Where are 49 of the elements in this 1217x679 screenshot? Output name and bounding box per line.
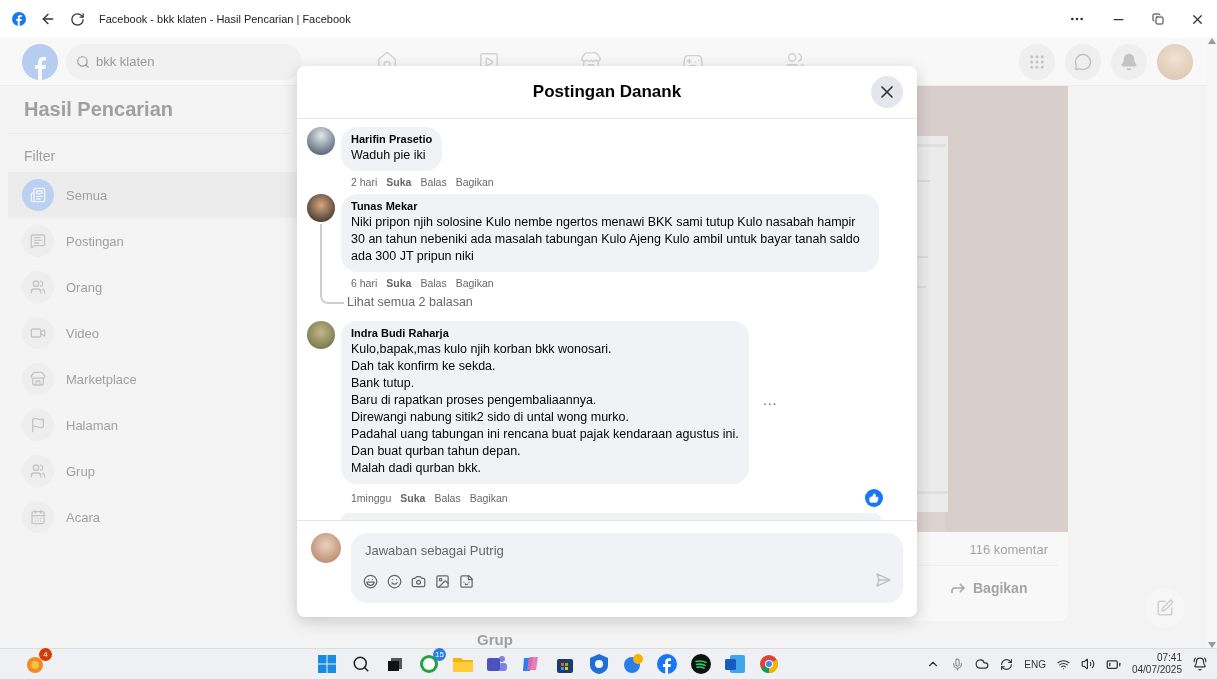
filter-label: Orang: [66, 279, 103, 295]
comment-author[interactable]: Tunas Mekar: [351, 200, 869, 212]
count-badge: 15: [433, 648, 446, 661]
comment-text: Baru di rapatkan proses pengembaliaannya.: [351, 392, 598, 409]
comment-action-link[interactable]: Bagikan: [455, 176, 494, 188]
comment-text: Malah dadi qurban bkk.: [351, 460, 482, 477]
comment-time: 2 hari: [351, 176, 378, 188]
view-replies-link[interactable]: Lihat semua 2 balasan: [347, 295, 473, 309]
comment-author[interactable]: Harifin Prasetio: [351, 133, 433, 145]
comment-text: Dan buat qurban tahun depan.: [351, 443, 522, 460]
clock[interactable]: 07:41 04/07/2025: [1131, 652, 1182, 676]
comment-action-link[interactable]: Balas: [434, 492, 461, 504]
language-indicator[interactable]: ENG: [1024, 658, 1046, 670]
reply-input[interactable]: Jawaban sebagai Putrig: [363, 539, 891, 561]
share-label: Bagikan: [973, 580, 1028, 596]
comment-action-link[interactable]: Bagikan: [455, 277, 494, 289]
comment-time: 6 hari: [351, 277, 378, 289]
comment-text: Padahal uang tabungan ini rencana buat pajak kendaraan agustus ini.: [351, 426, 739, 443]
filter-label: Halaman: [66, 417, 119, 433]
window-title: Facebook - bkk klaten - Hasil Pencarian | Facebook: [99, 13, 351, 25]
comment-action-link[interactable]: Suka: [400, 492, 426, 504]
page-title: Hasil Pencarian: [8, 98, 290, 134]
count-badge: 4: [39, 648, 52, 661]
filter-label: Postingan: [66, 233, 124, 249]
comment-action-link[interactable]: Balas: [420, 176, 447, 188]
comment-action-link[interactable]: Balas: [420, 277, 447, 289]
filter-label: Marketplace: [66, 371, 137, 387]
search-text: bkk klaten: [96, 54, 155, 69]
section-label: Filter: [23, 147, 57, 166]
filter-label: Acara: [66, 509, 100, 525]
comment-text: Bank tutup.: [351, 375, 416, 392]
more-options-button[interactable]: ···: [762, 394, 777, 411]
comment-text: Dah tak konfirm ke sekda.: [351, 358, 497, 375]
comment-action-link[interactable]: Suka: [386, 176, 412, 188]
comment-text: Kulo,bapak,mas kulo njih korban bkk wonosari.: [351, 341, 613, 358]
filter-label: Semua: [66, 187, 108, 203]
dialog-title: Postingan Danank: [532, 82, 682, 102]
comment-action-link[interactable]: Suka: [386, 277, 412, 289]
reply-field[interactable]: Jawaban sebagai Putrig: [351, 533, 903, 603]
comment-text: Niki pripon njih solosine Kulo nembe ngertos menawi BKK sami tutup Kulo nasabah hampir 30 an tahun nebeniki ada masalah tabungan Kulo Ajeng Kulo ambil untuk bayar tanah saldo ada 300 JT pripun niki: [351, 214, 861, 265]
comment-count: 116 komentar: [969, 542, 1048, 557]
filter-label: Grup: [66, 463, 95, 479]
comment-action-link[interactable]: Bagikan: [469, 492, 508, 504]
filter-label: Video: [66, 325, 99, 341]
comment-text: Direwangi nabung sitik2 sido di untal wong murko.: [351, 409, 630, 426]
comment-author[interactable]: Indra Budi Raharja: [351, 327, 739, 339]
section-heading: Grup: [477, 631, 514, 648]
comment-time: 1minggu: [351, 492, 392, 504]
comment-text: Waduh pie iki: [351, 147, 427, 164]
